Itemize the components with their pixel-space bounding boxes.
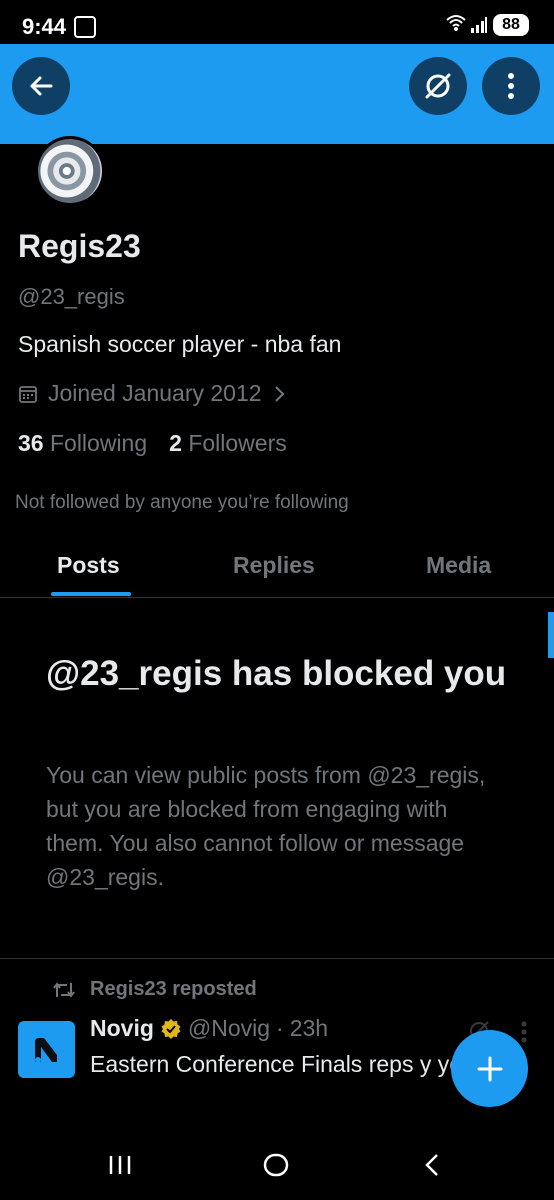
more-vertical-icon bbox=[508, 73, 514, 99]
followers-count: 2 bbox=[169, 430, 182, 456]
signal-icon bbox=[470, 16, 488, 34]
profile-handle: @23_regis bbox=[18, 284, 125, 309]
follow-stats: 36 Following 2 Followers bbox=[18, 430, 287, 457]
post-more-button[interactable] bbox=[520, 1020, 528, 1049]
mutual-followers-text: Not followed by anyone you’re following bbox=[15, 492, 349, 513]
joined-date[interactable]: Joined January 2012 bbox=[18, 380, 286, 407]
profile-banner bbox=[0, 44, 554, 144]
wifi-icon bbox=[446, 14, 466, 37]
back-button[interactable] bbox=[12, 57, 70, 115]
post-author-name[interactable]: Novig bbox=[90, 1015, 154, 1042]
home-icon bbox=[263, 1153, 289, 1177]
recent-apps-icon bbox=[109, 1156, 131, 1174]
more-options-button[interactable] bbox=[482, 57, 540, 115]
following-link[interactable]: 36 Following bbox=[18, 430, 147, 457]
repost-indicator[interactable]: Regis23 reposted bbox=[52, 978, 257, 1001]
followers-label: Followers bbox=[188, 430, 287, 456]
compose-button[interactable] bbox=[451, 1030, 528, 1107]
novig-logo-icon bbox=[34, 1037, 57, 1063]
grok-icon bbox=[425, 73, 451, 99]
scrollbar-thumb[interactable] bbox=[548, 612, 554, 658]
joined-label: Joined January 2012 bbox=[48, 380, 262, 406]
chevron-right-icon bbox=[274, 385, 284, 402]
recent-apps-button[interactable] bbox=[100, 1148, 140, 1182]
repost-label: Regis23 reposted bbox=[90, 978, 257, 1000]
plus-icon bbox=[477, 1056, 502, 1081]
profile-tabs: Posts Replies Media bbox=[0, 540, 554, 598]
post-separator: · bbox=[276, 1015, 284, 1041]
blocked-title: @23_regis has blocked you bbox=[46, 654, 507, 693]
profile-name: Regis23 bbox=[18, 228, 141, 264]
followers-link[interactable]: 2 Followers bbox=[169, 430, 287, 457]
nav-back-button[interactable] bbox=[412, 1148, 452, 1182]
screenshot-icon bbox=[74, 16, 96, 38]
tab-posts[interactable]: Posts bbox=[57, 552, 120, 579]
battery-indicator: 88 bbox=[493, 14, 529, 36]
repost-icon bbox=[53, 981, 75, 998]
post-time: 23h bbox=[289, 1015, 329, 1041]
profile-bio: Spanish soccer player - nba fan bbox=[18, 331, 342, 357]
post-author-avatar[interactable] bbox=[18, 1021, 75, 1078]
more-vertical-icon bbox=[521, 1021, 527, 1043]
status-time: 9:44 bbox=[22, 14, 67, 39]
system-nav-bar bbox=[0, 1130, 554, 1200]
active-tab-indicator bbox=[51, 592, 131, 596]
back-chevron-icon bbox=[425, 1154, 438, 1176]
following-label: Following bbox=[49, 430, 148, 456]
post-header: Novig @Novig · 23h bbox=[90, 1015, 328, 1042]
blocked-message: You can view public posts from @23_regis… bbox=[46, 762, 486, 890]
profile-avatar[interactable] bbox=[35, 136, 105, 206]
grok-button[interactable] bbox=[409, 57, 467, 115]
calendar-icon bbox=[19, 385, 37, 403]
following-count: 36 bbox=[18, 430, 44, 456]
home-button[interactable] bbox=[256, 1148, 296, 1182]
arrow-left-icon bbox=[30, 76, 53, 96]
tab-media[interactable]: Media bbox=[426, 552, 491, 579]
tab-replies[interactable]: Replies bbox=[233, 552, 315, 579]
post-author-handle[interactable]: @Novig bbox=[188, 1015, 270, 1042]
divider bbox=[0, 958, 554, 959]
verified-badge-icon bbox=[161, 1018, 181, 1039]
post-text[interactable]: Eastern Conference Finals reps y year: bbox=[90, 1048, 490, 1081]
